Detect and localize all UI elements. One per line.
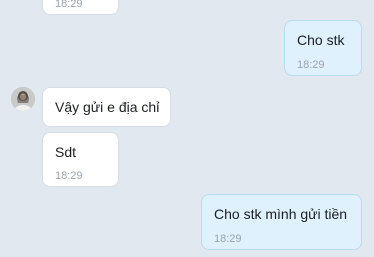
user-avatar-photo-icon (11, 87, 35, 111)
message-text: Cho stk (297, 32, 345, 48)
message-text: Sdt (55, 144, 77, 160)
message-text: Cho stk mình gửi tiền (214, 206, 348, 222)
avatar[interactable] (11, 87, 35, 111)
message-bubble-incoming[interactable]: Vậy gửi e địa chỉ (42, 87, 171, 127)
message-bubble-outgoing[interactable]: Cho stk mình gửi tiền 18:29 (201, 194, 362, 250)
message-time: 18:29 (55, 0, 83, 10)
message-text: Vậy gửi e địa chỉ (55, 99, 160, 115)
message-bubble-outgoing[interactable]: Cho stk 18:29 (284, 20, 362, 76)
message-time: 18:29 (55, 170, 83, 182)
message-bubble-incoming[interactable]: Sdt 18:29 (42, 132, 119, 187)
message-time: 18:29 (297, 59, 325, 71)
message-time: 18:29 (214, 233, 242, 245)
chat-thread: 18:29 Cho stk 18:29 Vậy gửi e địa chỉ Sd… (0, 0, 374, 257)
message-bubble-incoming[interactable]: 18:29 (42, 0, 119, 15)
